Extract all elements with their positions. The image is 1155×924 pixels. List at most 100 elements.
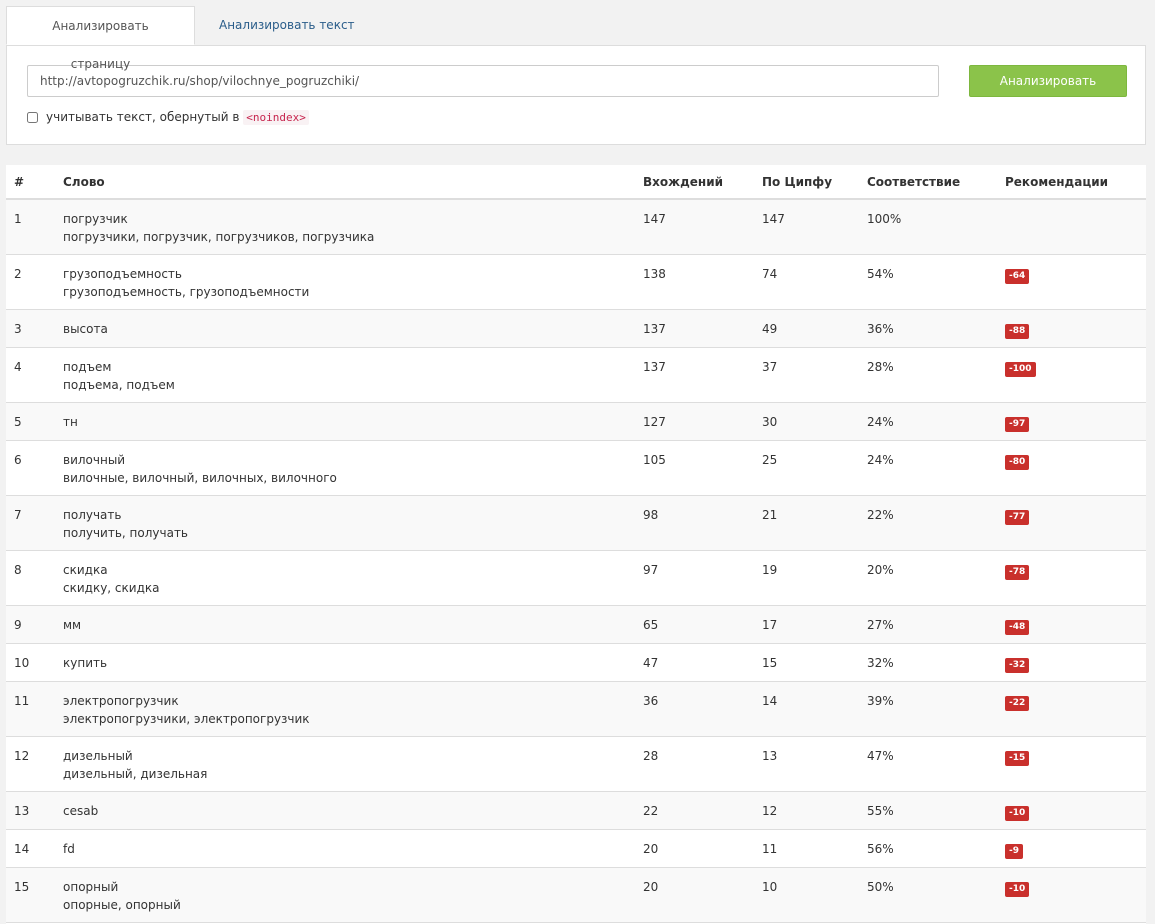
row-word-cell: получать получить, получать xyxy=(55,495,635,551)
row-word: мм xyxy=(63,618,82,632)
row-word: электропогрузчик xyxy=(63,694,179,708)
tab-analyze-page[interactable]: Анализировать страницу xyxy=(6,6,195,71)
row-word-cell: высота xyxy=(55,309,635,348)
recommendation-badge: -77 xyxy=(1005,510,1030,525)
header-match: Соответствие xyxy=(859,165,997,200)
recommendation-badge: -22 xyxy=(1005,696,1030,711)
row-num: 8 xyxy=(6,550,55,606)
row-occurrences: 22 xyxy=(635,791,754,830)
row-word-cell: опорный опорные, опорный xyxy=(55,867,635,923)
row-recommendation-cell: -80 xyxy=(997,440,1146,496)
noindex-label: учитывать текст, обернутый в xyxy=(46,110,240,124)
row-word: погрузчик xyxy=(63,212,128,226)
row-zipf: 17 xyxy=(754,605,859,644)
row-num: 9 xyxy=(6,605,55,644)
noindex-code-tag: <noindex> xyxy=(243,110,309,125)
row-recommendation-cell: -64 xyxy=(997,254,1146,310)
row-match: 50% xyxy=(859,867,997,923)
row-word: подъем xyxy=(63,360,112,374)
row-word-cell: fd xyxy=(55,829,635,868)
recommendation-badge: -10 xyxy=(1005,882,1030,897)
row-word-cell: мм xyxy=(55,605,635,644)
row-word-forms: погрузчики, погрузчик, погрузчиков, погр… xyxy=(63,230,375,244)
row-word-forms: подъема, подъем xyxy=(63,378,175,392)
recommendation-badge: -48 xyxy=(1005,620,1030,635)
recommendation-badge: -9 xyxy=(1005,844,1023,859)
analyze-button[interactable]: Анализировать xyxy=(969,65,1127,97)
row-word-cell: погрузчик погрузчики, погрузчик, погрузчи… xyxy=(55,198,635,255)
row-word: cesab xyxy=(63,804,99,818)
row-zipf: 21 xyxy=(754,495,859,551)
header-zipf: По Ципфу xyxy=(754,165,859,200)
table-row: 8 скидка скидку, скидка 97 19 20% -78 xyxy=(6,550,1146,606)
row-word-forms: получить, получать xyxy=(63,526,189,540)
row-word: получать xyxy=(63,508,122,522)
row-match: 39% xyxy=(859,681,997,737)
row-occurrences: 105 xyxy=(635,440,754,496)
row-zipf: 12 xyxy=(754,791,859,830)
row-num: 4 xyxy=(6,347,55,403)
row-zipf: 10 xyxy=(754,867,859,923)
row-occurrences: 98 xyxy=(635,495,754,551)
row-num: 12 xyxy=(6,736,55,792)
row-word-cell: купить xyxy=(55,643,635,682)
row-word-cell: cesab xyxy=(55,791,635,830)
row-occurrences: 36 xyxy=(635,681,754,737)
row-word-cell: грузоподъемность грузоподъемность, грузоп… xyxy=(55,254,635,310)
row-word-cell: скидка скидку, скидка xyxy=(55,550,635,606)
row-occurrences: 137 xyxy=(635,309,754,348)
row-zipf: 15 xyxy=(754,643,859,682)
row-zipf: 14 xyxy=(754,681,859,737)
row-match: 24% xyxy=(859,440,997,496)
row-num: 1 xyxy=(6,198,55,255)
results-table: # Слово Вхождений По Ципфу Соответствие … xyxy=(6,165,1146,924)
row-recommendation-cell: -22 xyxy=(997,681,1146,737)
row-occurrences: 20 xyxy=(635,829,754,868)
row-zipf: 147 xyxy=(754,198,859,255)
row-num: 10 xyxy=(6,643,55,682)
recommendation-badge: -80 xyxy=(1005,455,1030,470)
table-row: 11 электропогрузчик электропогрузчики, эле… xyxy=(6,681,1146,737)
row-word-forms: дизельный, дизельная xyxy=(63,767,208,781)
row-occurrences: 138 xyxy=(635,254,754,310)
table-row: 13 cesab 22 12 55% -10 xyxy=(6,791,1146,830)
row-word-forms: опорные, опорный xyxy=(63,898,181,912)
row-recommendation-cell: -10 xyxy=(997,867,1146,923)
row-recommendation-cell: -10 xyxy=(997,791,1146,830)
row-occurrences: 47 xyxy=(635,643,754,682)
row-match: 32% xyxy=(859,643,997,682)
row-num: 3 xyxy=(6,309,55,348)
row-recommendation-cell: -77 xyxy=(997,495,1146,551)
table-row: 9 мм 65 17 27% -48 xyxy=(6,605,1146,644)
row-occurrences: 20 xyxy=(635,867,754,923)
table-row: 10 купить 47 15 32% -32 xyxy=(6,643,1146,682)
results-table-container: # Слово Вхождений По Ципфу Соответствие … xyxy=(6,165,1146,924)
table-row: 2 грузоподъемность грузоподъемность, грузо… xyxy=(6,254,1146,310)
row-word: вилочный xyxy=(63,453,126,467)
row-num: 2 xyxy=(6,254,55,310)
url-input[interactable] xyxy=(27,65,939,97)
header-num: # xyxy=(6,165,55,200)
row-word: опорный xyxy=(63,880,119,894)
row-zipf: 74 xyxy=(754,254,859,310)
recommendation-badge: -32 xyxy=(1005,658,1030,673)
row-word-forms: грузоподъемность, грузоподъемности xyxy=(63,285,310,299)
row-zipf: 19 xyxy=(754,550,859,606)
table-row: 14 fd 20 11 56% -9 xyxy=(6,829,1146,868)
table-header-row: # Слово Вхождений По Ципфу Соответствие … xyxy=(6,165,1146,200)
row-recommendation-cell: -97 xyxy=(997,402,1146,441)
row-num: 7 xyxy=(6,495,55,551)
recommendation-badge: -10 xyxy=(1005,806,1030,821)
row-occurrences: 137 xyxy=(635,347,754,403)
row-word-cell: подъем подъема, подъем xyxy=(55,347,635,403)
row-match: 27% xyxy=(859,605,997,644)
noindex-checkbox[interactable] xyxy=(27,112,38,123)
tab-analyze-text[interactable]: Анализировать текст xyxy=(199,6,375,45)
row-word: купить xyxy=(63,656,108,670)
row-word-cell: вилочный вилочные, вилочный, вилочных, ви… xyxy=(55,440,635,496)
row-recommendation-cell: -15 xyxy=(997,736,1146,792)
recommendation-badge: -100 xyxy=(1005,362,1036,377)
row-match: 55% xyxy=(859,791,997,830)
row-occurrences: 65 xyxy=(635,605,754,644)
tab-bar: Анализировать страницу Анализировать тек… xyxy=(6,6,1146,71)
